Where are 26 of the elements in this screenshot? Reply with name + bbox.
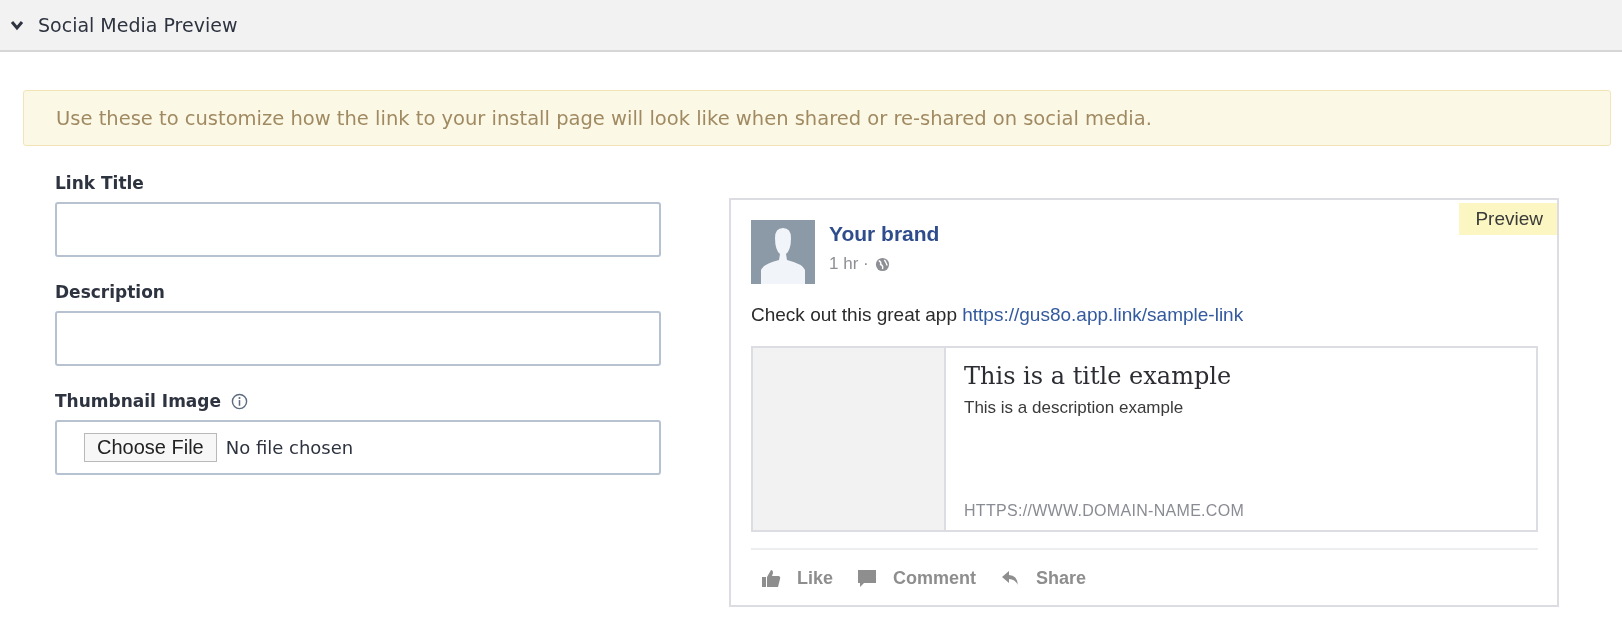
speech-bubble-icon xyxy=(857,568,878,589)
post-message: Check out this great app https://gus8o.app.link/sample-link xyxy=(751,304,1245,326)
text-field[interactable] xyxy=(55,311,661,366)
field-label: Link Title xyxy=(55,173,144,193)
post-time: 1 hr · xyxy=(829,254,869,274)
choose-file-button[interactable]: Choose File xyxy=(84,433,217,462)
info-icon[interactable] xyxy=(231,392,249,410)
file-status: No file chosen xyxy=(225,437,354,458)
section-title: Social Media Preview xyxy=(38,14,238,36)
link-description: This is a description example xyxy=(964,398,1185,418)
section-header[interactable]: Social Media Preview xyxy=(0,0,1622,52)
info-notice: Use these to customize how the link to your install page will look like when shared or re-shared on social media. xyxy=(23,90,1611,146)
avatar-silhouette-icon xyxy=(751,220,815,284)
link-domain: HTTPS://WWW.DOMAIN-NAME.COM xyxy=(964,502,1246,520)
globe-icon xyxy=(874,256,890,272)
text-field[interactable] xyxy=(55,202,661,257)
file-field[interactable]: Choose File No file chosen xyxy=(55,420,661,475)
chevron-icon[interactable] xyxy=(10,18,24,32)
post-link[interactable]: https://gus8o.app.link/sample-link xyxy=(962,304,1244,325)
thumbs-up-icon xyxy=(761,568,781,589)
link-preview-card[interactable]: This is a title example This is a description example HTTPS://WWW.DOMAIN-NAME.COM xyxy=(751,346,1538,532)
field-label: Thumbnail Image xyxy=(55,391,222,411)
field-label: Description xyxy=(55,282,165,302)
link-title: This is a title example xyxy=(964,362,1233,390)
preview-badge: Preview xyxy=(1459,203,1557,235)
brand-name[interactable]: Your brand xyxy=(829,222,940,246)
